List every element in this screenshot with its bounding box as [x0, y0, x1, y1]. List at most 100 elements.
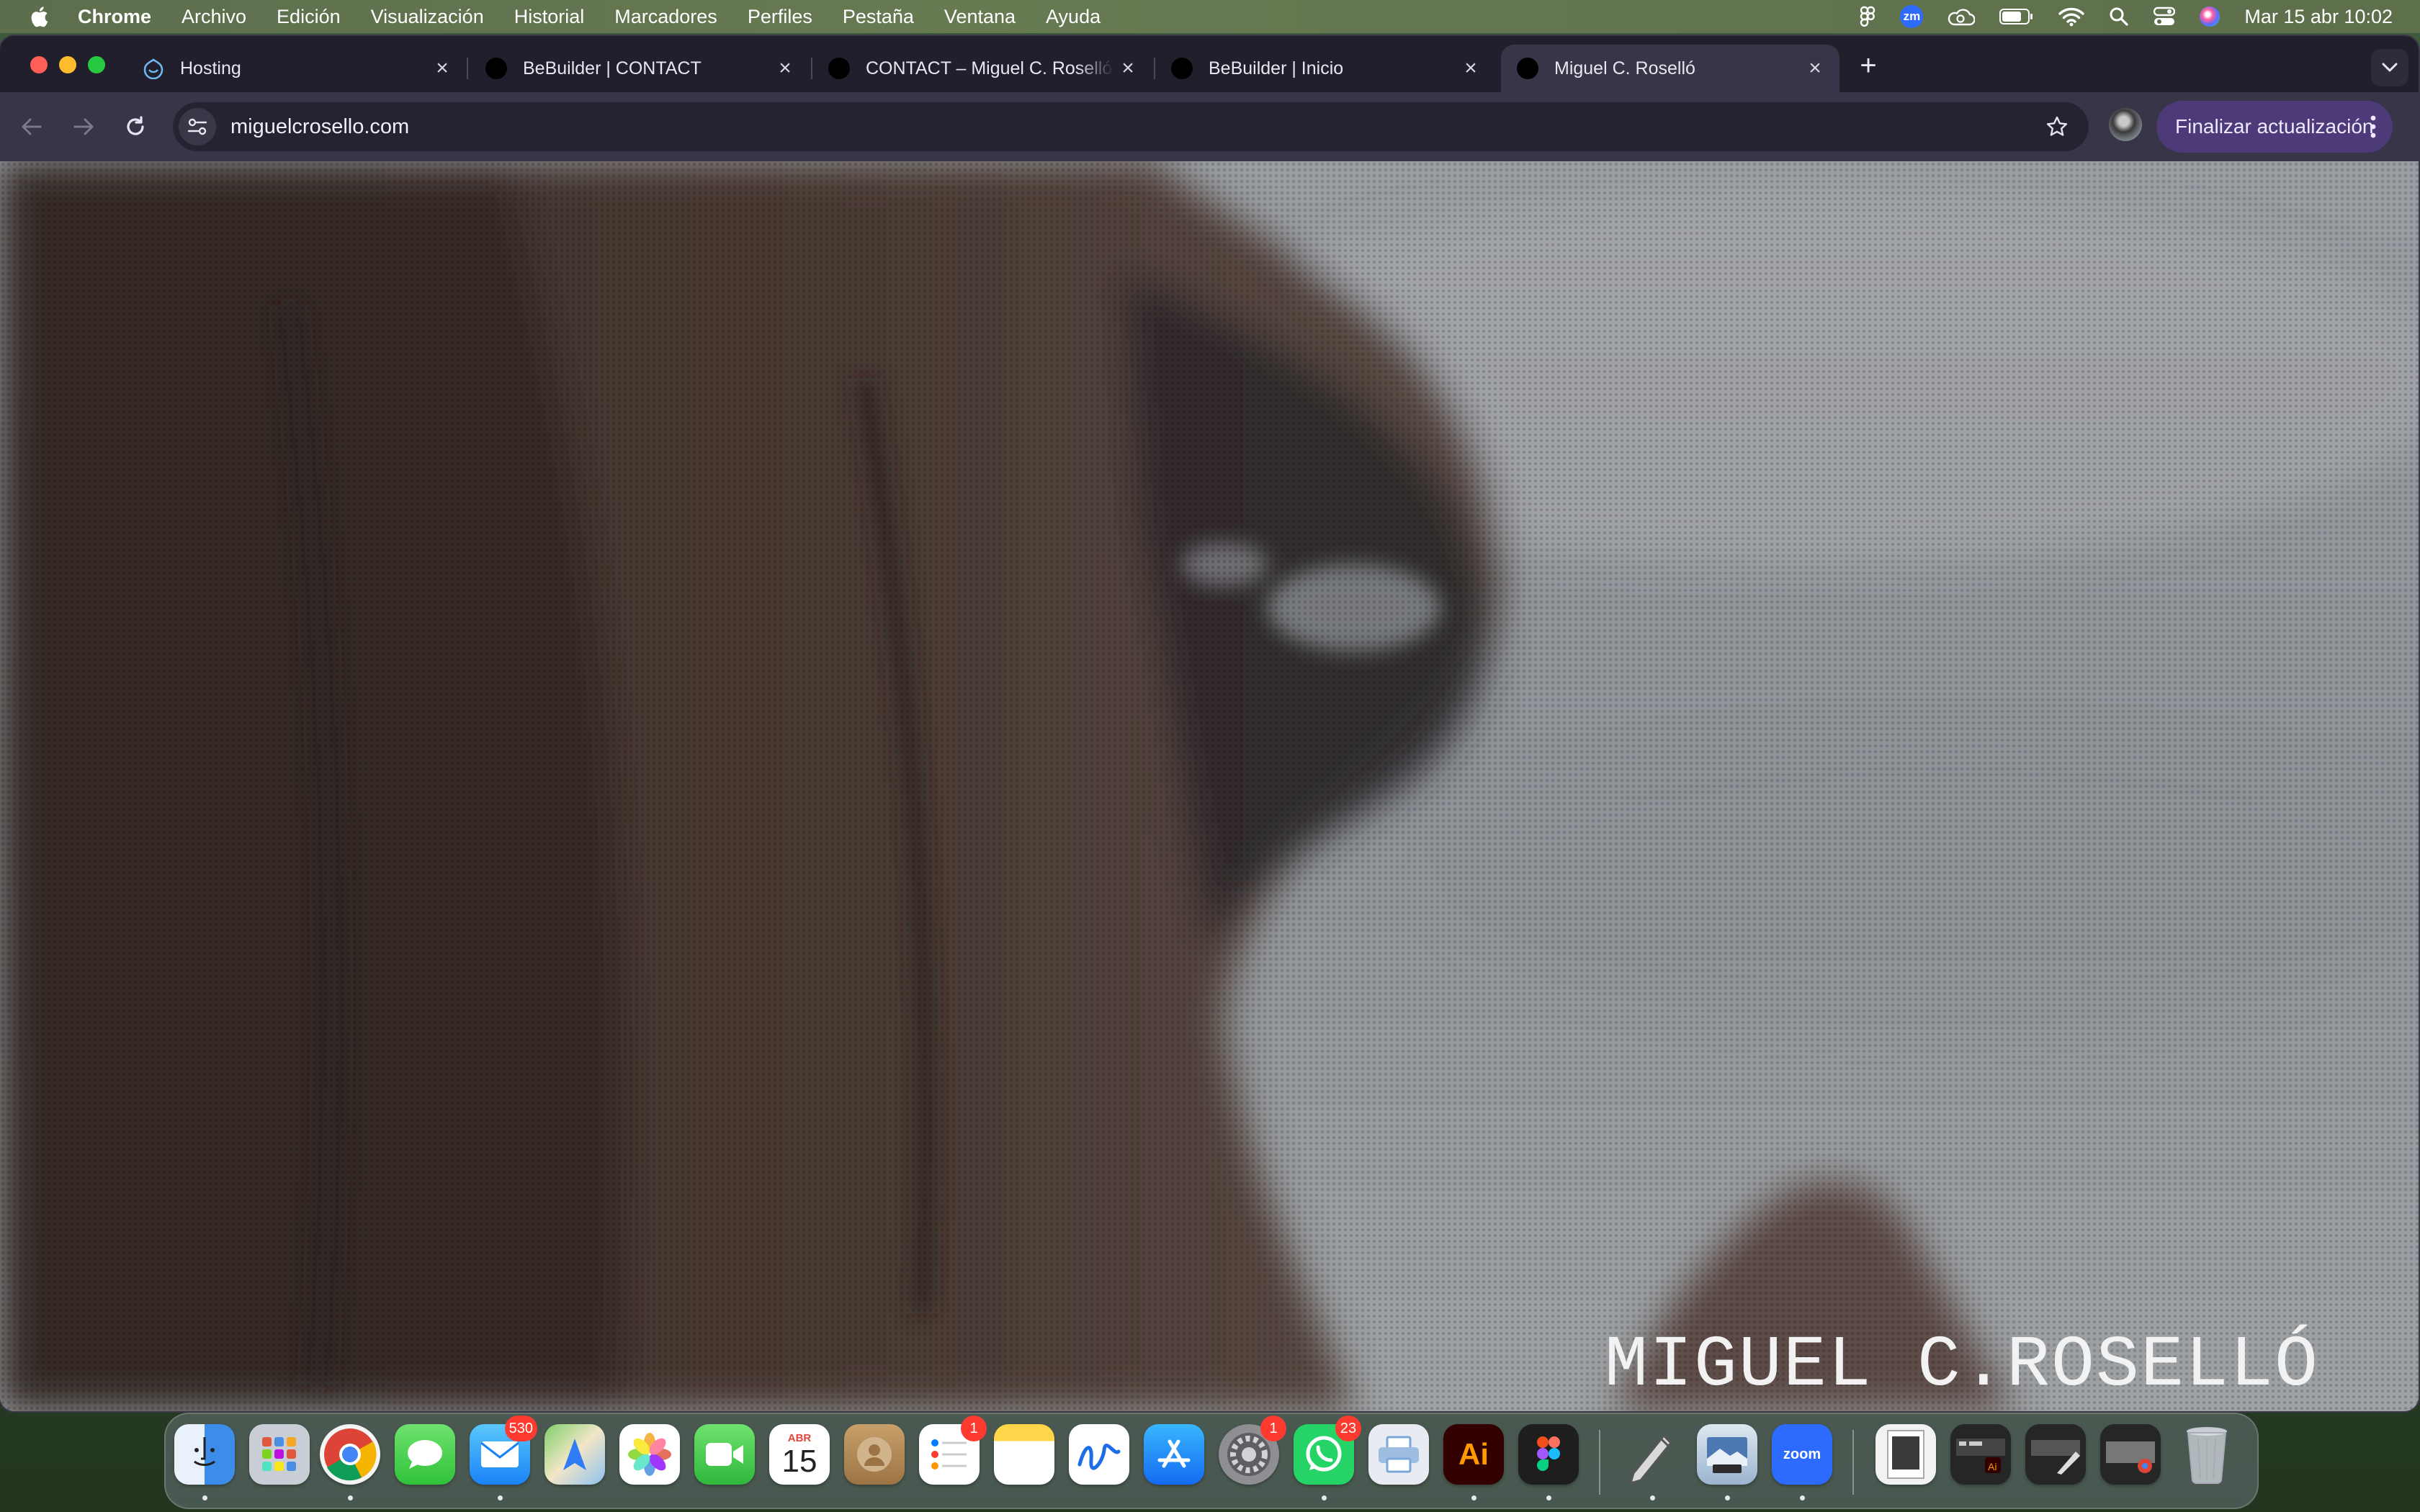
- maps-icon[interactable]: [544, 1424, 605, 1485]
- tab-title: CONTACT – Miguel C. Roselló: [866, 58, 1113, 78]
- running-indicator: [1471, 1495, 1476, 1500]
- app-store-icon[interactable]: [1144, 1424, 1204, 1485]
- reminders-icon[interactable]: 1: [919, 1416, 987, 1485]
- tab-bebuilder-contact[interactable]: BeBuilder | CONTACT ×: [470, 45, 810, 92]
- messages-icon[interactable]: [395, 1424, 455, 1485]
- control-center-icon[interactable]: [2154, 6, 2176, 27]
- window-close-button[interactable]: [30, 56, 48, 73]
- tab-miguel-rosello[interactable]: Miguel C. Roselló ×: [1501, 45, 1839, 92]
- creative-cloud-icon[interactable]: [1948, 7, 1976, 26]
- reload-icon: [127, 116, 144, 135]
- mail-icon[interactable]: 530: [470, 1416, 537, 1500]
- chrome-icon[interactable]: [320, 1424, 380, 1500]
- mail-badge: 530: [504, 1416, 537, 1441]
- tab-hosting[interactable]: Hosting ×: [127, 45, 467, 92]
- tab-search-button[interactable]: [2371, 49, 2408, 86]
- address-bar[interactable]: miguelcrosello.com: [173, 102, 2089, 151]
- dock: 530 ABR 15 1 1 23 Ai zoom Ai: [164, 1413, 2259, 1509]
- dock-divider: [1852, 1430, 1854, 1495]
- recent-items-1-icon[interactable]: Ai: [1950, 1424, 2011, 1485]
- recent-items-3-icon[interactable]: [2100, 1424, 2161, 1485]
- forward-button[interactable]: [66, 109, 101, 144]
- adobe-illustrator-icon[interactable]: Ai: [1443, 1424, 1504, 1500]
- finder-icon[interactable]: [174, 1424, 235, 1500]
- siri-icon[interactable]: [2200, 6, 2220, 27]
- window-minimize-button[interactable]: [59, 56, 76, 73]
- menu-app-name[interactable]: Chrome: [78, 6, 151, 28]
- close-icon[interactable]: ×: [1456, 56, 1485, 81]
- close-icon[interactable]: ×: [1801, 56, 1829, 81]
- tab-title: Hosting: [180, 58, 241, 78]
- preview-icon[interactable]: [1697, 1424, 1757, 1500]
- tab-bebuilder-inicio[interactable]: BeBuilder | Inicio ×: [1155, 45, 1495, 92]
- more-vertical-icon[interactable]: [2370, 112, 2377, 146]
- menu-visualizacion[interactable]: Visualización: [371, 6, 484, 28]
- running-indicator: [1725, 1495, 1730, 1500]
- calendar-icon[interactable]: ABR 15: [769, 1424, 830, 1485]
- apple-menu-icon[interactable]: [27, 4, 49, 29]
- settings-badge: 1: [1260, 1416, 1286, 1441]
- notes-icon[interactable]: [994, 1424, 1054, 1485]
- zoom-app-label: zoom: [1783, 1446, 1821, 1462]
- close-icon[interactable]: ×: [1113, 56, 1142, 81]
- finish-update-button[interactable]: Finalizar actualización: [2156, 101, 2393, 153]
- tab-divider: [467, 58, 468, 79]
- document-icon[interactable]: [1876, 1424, 1936, 1485]
- zoom-icon[interactable]: zm: [1900, 5, 1924, 28]
- menu-bar: Chrome Archivo Edición Visualización His…: [0, 0, 2420, 33]
- wifi-icon[interactable]: [2058, 6, 2085, 27]
- close-icon[interactable]: ×: [428, 56, 457, 81]
- menu-archivo[interactable]: Archivo: [182, 6, 246, 28]
- spotlight-icon[interactable]: [2109, 6, 2129, 27]
- menu-perfiles[interactable]: Perfiles: [748, 6, 812, 28]
- running-indicator: [1650, 1495, 1655, 1500]
- hero-background-image: [0, 161, 2419, 1411]
- freeform-icon[interactable]: [1069, 1424, 1129, 1485]
- figma-icon[interactable]: [1860, 6, 1876, 27]
- photos-icon[interactable]: [619, 1424, 680, 1485]
- trash-icon[interactable]: [2177, 1424, 2237, 1485]
- bookmark-star-icon[interactable]: [2045, 115, 2069, 142]
- tab-title: BeBuilder | Inicio: [1209, 58, 1344, 78]
- tab-contact-miguel[interactable]: CONTACT – Miguel C. Roselló ×: [812, 45, 1152, 92]
- arrow-left-icon: [22, 118, 42, 135]
- menu-ayuda[interactable]: Ayuda: [1046, 6, 1101, 28]
- running-indicator: [1546, 1495, 1551, 1500]
- whatsapp-icon[interactable]: 23: [1294, 1416, 1361, 1500]
- close-icon[interactable]: ×: [771, 56, 799, 81]
- illustrator-label: Ai: [1458, 1437, 1489, 1471]
- svg-text:Ai: Ai: [1988, 1461, 1996, 1472]
- site-title[interactable]: MIGUEL C.ROSELLÓ: [1605, 1326, 2319, 1407]
- battery-icon[interactable]: [1999, 8, 2034, 25]
- launchpad-icon[interactable]: [249, 1424, 310, 1485]
- script-editor-icon[interactable]: [1622, 1424, 1682, 1500]
- dock-divider: [1599, 1430, 1600, 1495]
- figma-app-icon[interactable]: [1518, 1424, 1579, 1500]
- printer-icon[interactable]: [1368, 1424, 1429, 1485]
- circle-favicon: [1171, 58, 1193, 79]
- tab-strip: Hosting × BeBuilder | CONTACT × CONTACT …: [0, 36, 2419, 92]
- menu-pestana[interactable]: Pestaña: [843, 6, 914, 28]
- chevron-down-icon: [2382, 63, 2398, 72]
- reload-button[interactable]: [118, 109, 153, 144]
- menu-edicion[interactable]: Edición: [277, 6, 341, 28]
- contacts-icon[interactable]: [844, 1424, 905, 1485]
- recent-items-2-icon[interactable]: [2025, 1424, 2086, 1485]
- menubar-clock[interactable]: Mar 15 abr 10:02: [2244, 6, 2393, 28]
- facetime-icon[interactable]: [694, 1424, 755, 1485]
- url-text[interactable]: miguelcrosello.com: [230, 115, 409, 139]
- site-info-button[interactable]: [179, 108, 216, 145]
- new-tab-button[interactable]: +: [1854, 51, 1883, 81]
- menu-ventana[interactable]: Ventana: [944, 6, 1016, 28]
- zoom-app-icon[interactable]: zoom: [1772, 1424, 1832, 1500]
- running-indicator: [202, 1495, 207, 1500]
- menu-marcadores[interactable]: Marcadores: [614, 6, 717, 28]
- profile-avatar[interactable]: [2109, 108, 2142, 141]
- tab-title: BeBuilder | CONTACT: [523, 58, 702, 78]
- menu-historial[interactable]: Historial: [514, 6, 585, 28]
- system-settings-icon[interactable]: 1: [1219, 1416, 1286, 1485]
- back-button[interactable]: [14, 109, 49, 144]
- browser-toolbar: miguelcrosello.com Finalizar actualizaci…: [0, 92, 2419, 161]
- tab-title: Miguel C. Roselló: [1554, 58, 1695, 78]
- window-zoom-button[interactable]: [88, 56, 105, 73]
